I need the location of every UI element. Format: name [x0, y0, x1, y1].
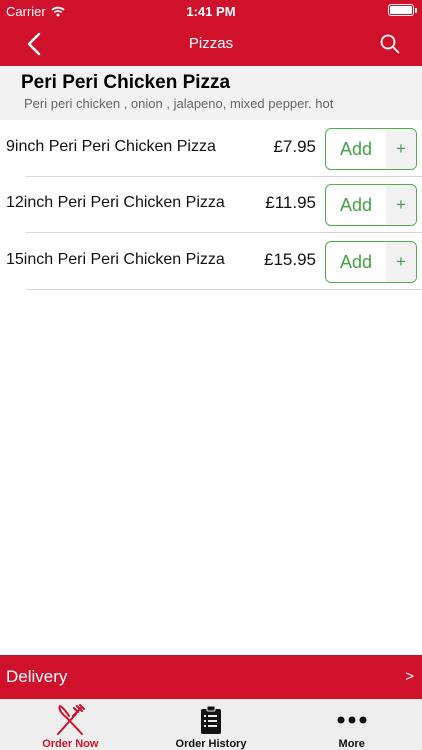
option-label: 9inch Peri Peri Chicken Pizza: [6, 138, 216, 155]
plus-icon: +: [386, 242, 416, 282]
tab-more[interactable]: More: [281, 699, 422, 750]
search-icon: [380, 34, 400, 54]
option-price: £15.95: [264, 250, 316, 269]
option-label: 12inch Peri Peri Chicken Pizza: [6, 194, 225, 211]
search-button[interactable]: [376, 30, 404, 58]
option-price: £11.95: [265, 193, 316, 212]
option-row: 9inch Peri Peri Chicken Pizza £7.95 Add …: [0, 121, 422, 177]
app-header: Carrier 1:41 PM Pizzas: [0, 0, 422, 66]
row-divider: [26, 289, 422, 290]
product-description: Peri peri chicken , onion , jalapeno, mi…: [24, 96, 334, 111]
fork-knife-icon: [50, 703, 90, 736]
page-title: Pizzas: [188, 35, 234, 52]
tab-label: Order Now: [42, 738, 99, 750]
plus-icon: +: [386, 129, 416, 169]
option-row: 12inch Peri Peri Chicken Pizza £11.95 Ad…: [0, 177, 422, 233]
battery-fill: [390, 6, 412, 14]
option-price: £7.95: [273, 137, 316, 156]
add-button[interactable]: Add +: [325, 241, 417, 283]
clipboard-list-icon: [191, 703, 231, 736]
tab-order-history[interactable]: Order History: [141, 699, 282, 750]
chevron-right-icon: >: [405, 668, 414, 685]
delivery-bar[interactable]: Delivery >: [0, 655, 422, 699]
product-name: Peri Peri Chicken Pizza: [21, 72, 231, 93]
tab-bar: Order Now Order History More: [0, 699, 422, 750]
add-label: Add: [339, 139, 373, 159]
row-divider: [26, 232, 422, 233]
tab-label: More: [338, 738, 365, 750]
option-row: 15inch Peri Peri Chicken Pizza £15.95 Ad…: [0, 234, 422, 290]
plus-icon: +: [386, 185, 416, 225]
tab-order-now[interactable]: Order Now: [0, 699, 141, 750]
more-dots-icon: [332, 703, 372, 736]
tab-label: Order History: [175, 738, 247, 750]
product-header: Peri Peri Chicken Pizza Peri peri chicke…: [0, 66, 422, 120]
add-button[interactable]: Add +: [325, 184, 417, 226]
option-label: 15inch Peri Peri Chicken Pizza: [6, 251, 225, 268]
delivery-label: Delivery: [6, 667, 68, 686]
status-bar: Carrier 1:41 PM: [0, 0, 422, 22]
battery-icon: [388, 4, 417, 16]
add-label: Add: [339, 252, 373, 272]
add-button[interactable]: Add +: [325, 128, 417, 170]
nav-bar: Pizzas: [0, 22, 422, 66]
status-time: 1:41 PM: [186, 4, 236, 19]
add-label: Add: [339, 195, 373, 215]
